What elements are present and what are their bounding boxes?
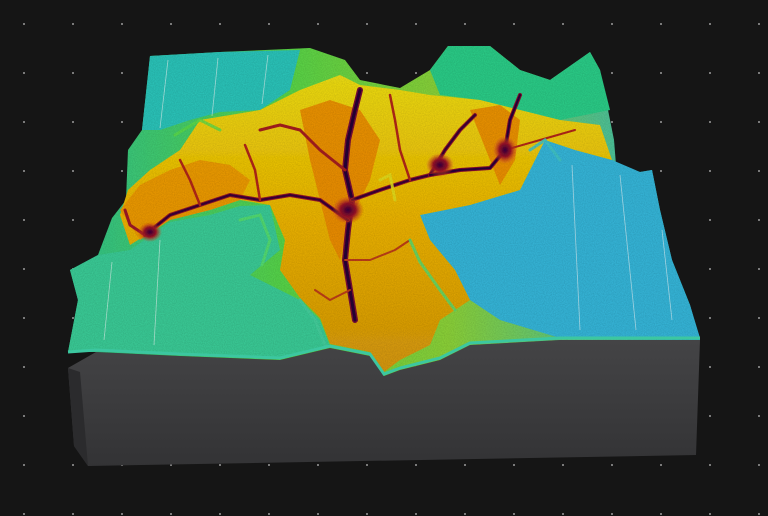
deep-pit-center — [332, 196, 364, 224]
terrain-surface — [68, 46, 700, 376]
deep-pit-west — [138, 222, 162, 242]
deep-pit-east — [493, 136, 517, 164]
deep-pit-northeast — [426, 153, 454, 177]
terrain-viewport[interactable] — [0, 0, 768, 516]
